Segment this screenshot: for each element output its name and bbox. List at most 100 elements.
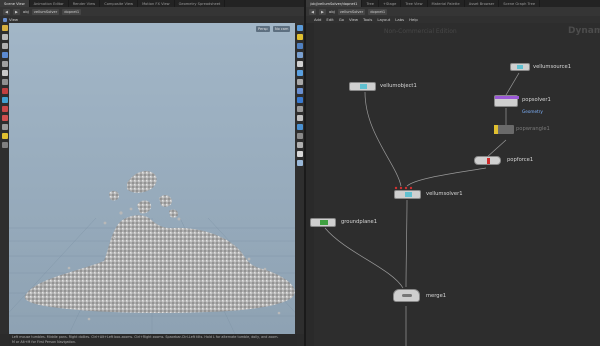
select-arrow-icon[interactable] [1,34,8,40]
path-obj[interactable]: obj [23,9,29,14]
right-tabbar: /obj/vellumSolver/dopnet1 Tree +Stage Tr… [306,0,600,7]
camera-tool-icon[interactable] [1,142,8,148]
back-button[interactable]: ◀ [3,8,10,15]
light-tool-icon[interactable] [1,133,8,139]
pose-tool-icon[interactable] [1,79,8,85]
network-path-obj[interactable]: obj [329,9,335,14]
menu-tools[interactable]: Tools [363,17,372,22]
node-vellumobject1[interactable] [349,82,376,91]
menu-layout[interactable]: Layout [377,17,390,22]
popsolver1-sublabel: Geometry [522,109,543,114]
left-pathbar: ◀ ▶ obj vellumSolver dopnet1 [0,7,304,16]
view-label: View [9,17,19,22]
grid-display-icon[interactable] [296,151,303,157]
right-tab-0[interactable]: /obj/vellumSolver/dopnet1 [306,0,363,7]
node-vellumsolver1[interactable] [394,190,421,199]
vellumsource-icon [517,65,523,69]
right-tab-6[interactable]: Scene Graph Tree [499,0,541,7]
popwrangle-flag [494,125,498,134]
guide-icon[interactable] [296,124,303,130]
shading-icon[interactable] [296,43,303,49]
popforce-icon [487,158,490,164]
status-text-line1: Left mouse tumbles. Middle pans. Right d… [12,335,279,339]
left-tab-2[interactable]: Render View [69,0,101,7]
handle-tool-icon[interactable] [1,70,8,76]
lighting-icon[interactable] [296,34,303,40]
menu-add[interactable]: Add [314,17,321,22]
menu-labs[interactable]: Labs [395,17,404,22]
popsolver-flag [495,96,519,99]
menu-view[interactable]: View [349,17,358,22]
right-tab-2[interactable]: +Stage [379,0,402,7]
camera-dropdown[interactable]: No cam [273,26,291,32]
right-tab-4[interactable]: Material Palette [428,0,465,7]
rotate-tool-icon[interactable] [1,52,8,58]
particle-fluid-splash [24,171,295,321]
network-menubar: Add Edit Go View Tools Layout Labs Help [306,16,600,23]
snap-icon[interactable] [1,106,8,112]
network-path-node2[interactable]: dopnet1 [368,8,388,15]
viewport-status-bar: Left mouse tumbles. Middle pans. Right d… [9,334,297,346]
render-region-icon[interactable] [296,142,303,148]
left-tabbar: Scene View Animation Editor Render View … [0,0,304,7]
view-icon [3,17,7,22]
view-header: View [0,16,304,23]
right-tab-3[interactable]: Tree View [401,0,428,7]
right-tab-1[interactable]: Tree [362,0,379,7]
node-popforce1[interactable] [474,156,501,165]
wireframe-icon[interactable] [296,52,303,58]
node-vellumsource1[interactable] [510,63,530,71]
menu-help[interactable]: Help [409,17,418,22]
display-options-icon[interactable] [296,25,303,31]
magnet-icon[interactable] [1,115,8,121]
safe-area-icon[interactable] [296,160,303,166]
scale-tool-icon[interactable] [1,61,8,67]
left-tab-0[interactable]: Scene View [0,0,30,7]
network-forward-button[interactable]: ▶ [319,8,326,15]
node-wires [324,72,520,346]
left-tool-strip [0,23,9,334]
path-node2[interactable]: dopnet1 [62,8,82,15]
normals-icon[interactable] [296,70,303,76]
node-groundplane1[interactable] [310,218,336,227]
status-text-line2: M or Alt+M for First Person Navigation. [12,339,76,344]
node-merge1[interactable] [393,289,420,302]
viewport[interactable]: Persp No cam [9,23,295,334]
left-tab-5[interactable]: Geometry Spreadsheet [175,0,226,7]
left-tab-3[interactable]: Composite View [100,0,139,7]
template-icon[interactable] [296,97,303,103]
popsolver1-label: popsolver1 [522,97,551,103]
points-display-icon[interactable] [296,61,303,67]
merge-icon [402,294,412,297]
ghost-icon[interactable] [296,79,303,85]
popwrangle1-label: popwrangle1 [516,126,550,132]
vellumsource1-label: vellumsource1 [533,64,572,70]
move-tool-icon[interactable] [1,43,8,49]
visibility-icon[interactable] [296,88,303,94]
right-tab-5[interactable]: Asset Browser [465,0,500,7]
forward-button[interactable]: ▶ [13,8,20,15]
view-tool-icon[interactable] [1,97,8,103]
viewport-display-strip [295,23,304,334]
menu-go[interactable]: Go [339,17,344,22]
camera-label: No cam [275,27,289,31]
node-popsolver1[interactable] [494,95,519,107]
node-popwrangle1[interactable] [494,125,514,134]
network-back-button[interactable]: ◀ [309,8,316,15]
grid-snap-icon[interactable] [1,124,8,130]
path-node1[interactable]: vellumSolver [31,8,60,15]
menu-edit[interactable]: Edit [326,17,333,22]
select-tool-icon[interactable] [1,25,8,31]
left-tab-1[interactable]: Animation Editor [30,0,69,7]
camera-lock-icon[interactable] [296,115,303,121]
vellumobject-icon [360,84,367,89]
network-path-node1[interactable]: vellumSolver [337,8,366,15]
vellumobject1-label: vellumobject1 [380,83,417,89]
persp-dropdown[interactable]: Persp [256,26,270,32]
flipbook-icon[interactable] [296,133,303,139]
groundplane1-label: groundplane1 [341,219,378,225]
left-tab-4[interactable]: Motion FX View [138,0,175,7]
network-editor[interactable]: Non-Commercial Edition Dynamics vellumso… [306,23,600,346]
background-icon[interactable] [296,106,303,112]
brush-tool-icon[interactable] [1,88,8,94]
